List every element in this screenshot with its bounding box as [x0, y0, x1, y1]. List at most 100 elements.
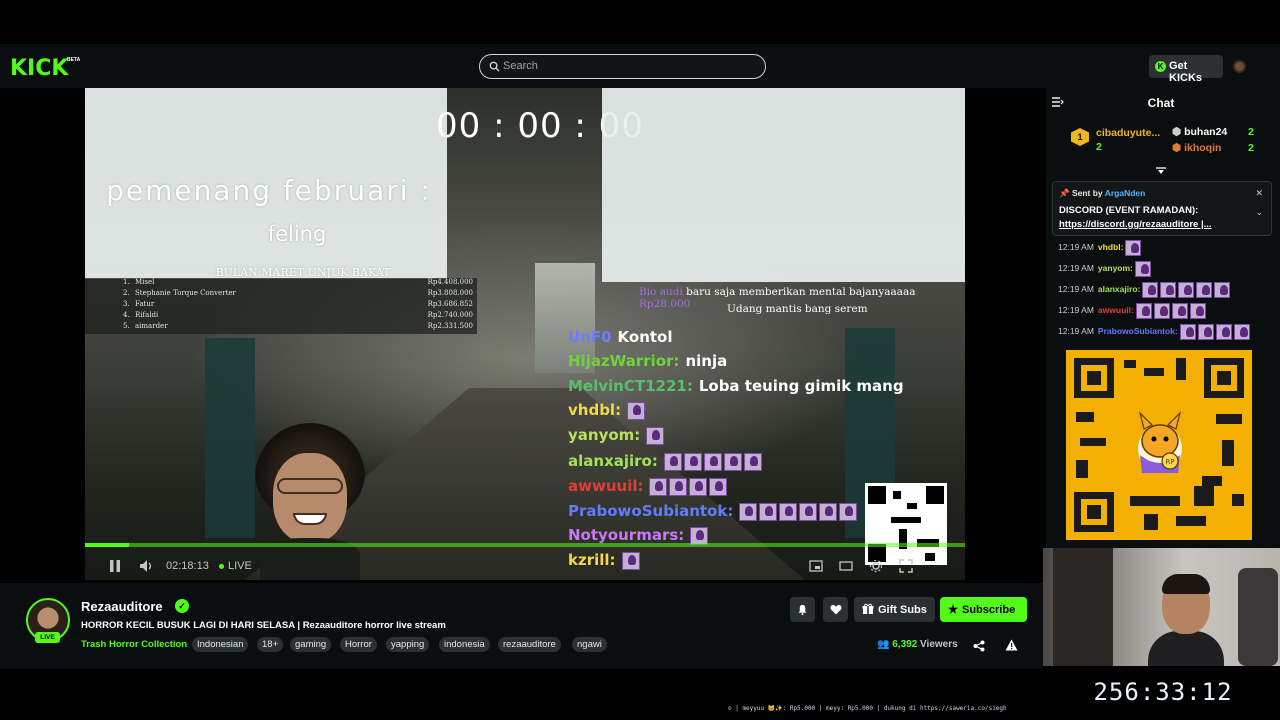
progress-bar[interactable]	[85, 543, 965, 547]
donation-leaderboard: 1. Misel Rp4.408.000 2. Stephanie Torque Co…	[85, 278, 477, 334]
viewers-icon: 👥	[877, 639, 893, 650]
unpin-icon[interactable]: ✕	[1255, 188, 1263, 199]
emote-icon	[1125, 240, 1142, 256]
emote-icon	[739, 502, 758, 521]
emote-icon	[1134, 261, 1151, 277]
emote-icon	[839, 502, 858, 521]
get-kicks-button[interactable]: K Get KICKs	[1149, 55, 1223, 84]
emote-icon	[669, 477, 688, 496]
search-input[interactable]: Search	[479, 54, 766, 79]
notification-bell-button[interactable]	[790, 597, 815, 622]
gift-icon	[862, 603, 874, 614]
follow-button[interactable]	[823, 597, 848, 622]
chat-message: 12:19 AM vhdbl:	[1058, 240, 1143, 256]
leaderboard-entry[interactable]: ⬢ buhan24 2	[1172, 126, 1254, 138]
tag-chip[interactable]: Horror	[340, 637, 377, 652]
leaderboard-row: 4. Rifaldi Rp2.740.000	[123, 311, 473, 319]
search-icon	[489, 61, 500, 72]
overlay-chat-line: MelvinCT1221: Loba teuing gimik mang	[568, 377, 904, 395]
tag-chip[interactable]: ngawi	[572, 637, 607, 652]
star-icon	[948, 604, 958, 614]
emote-icon	[1233, 324, 1250, 340]
pin-icon: 📌	[1059, 188, 1072, 198]
tag-chip[interactable]: gaming	[290, 637, 332, 652]
overlay-chat-line: Notyourmars:	[568, 526, 710, 545]
category-link[interactable]: Trash Horror Collection	[81, 639, 187, 650]
gift-badge-icon: ⬢	[1172, 142, 1185, 154]
stream-title: HORROR KECIL BUSUK LAGI DI HARI SELASA |…	[81, 620, 446, 631]
svg-text:RP: RP	[1165, 458, 1174, 466]
report-warning-icon[interactable]	[1005, 639, 1018, 651]
chevron-down-icon[interactable]: ⌄	[1255, 207, 1263, 218]
video-player[interactable]: pemenang februari : feling BULAN MARET U…	[85, 88, 965, 580]
bell-icon	[798, 604, 807, 615]
gift-subs-button[interactable]: Gift Subs	[854, 597, 935, 622]
emote-icon	[779, 502, 798, 521]
tag-chip[interactable]: rezaauditore	[498, 637, 561, 652]
live-badge: LIVE	[35, 632, 60, 643]
pillar-left	[205, 338, 255, 538]
settings-icon[interactable]	[869, 559, 883, 573]
emote-icon	[1215, 324, 1232, 340]
emote-icon	[723, 452, 742, 471]
volume-icon[interactable]	[139, 559, 153, 573]
mini-player-icon[interactable]	[809, 559, 823, 573]
saweria-mascot-icon: RP	[1138, 411, 1182, 473]
chat-title: Chat	[1147, 96, 1175, 110]
tag-chip[interactable]: indonesia	[439, 637, 490, 652]
channel-name[interactable]: Rezaauditore	[81, 599, 163, 614]
chat-message: 12:19 AM awwuuil:	[1058, 303, 1208, 319]
verified-icon: ✓	[175, 599, 189, 613]
emote-icon	[683, 452, 702, 471]
pinned-sender: 📌 Sent by ArgaNden	[1059, 188, 1146, 198]
pinned-title: DISCORD (EVENT RAMADAN):	[1059, 205, 1199, 216]
donation-message: Udang mantis bang serem	[727, 303, 868, 315]
get-kicks-label: Get KICKs	[1169, 60, 1203, 84]
pause-icon[interactable]	[109, 559, 121, 573]
heart-icon	[830, 605, 841, 615]
share-icon[interactable]	[973, 640, 985, 652]
emote-icon	[1153, 303, 1170, 319]
player-controls: 02:18:13 LIVE	[85, 553, 965, 580]
leaderboard-row: 5. aimarder Rp2.331.500	[123, 322, 473, 330]
emote-icon	[690, 526, 709, 545]
theater-mode-icon[interactable]	[839, 559, 853, 573]
kick-logo[interactable]: KICK	[10, 56, 68, 81]
elapsed-time: 02:18:13	[166, 560, 209, 572]
tag-chip[interactable]: yapping	[386, 637, 430, 652]
winner-title: pemenang februari :	[106, 174, 432, 207]
tag-chip[interactable]: 18+	[257, 637, 284, 652]
subscribe-button[interactable]: Subscribe	[940, 597, 1027, 622]
leaderboard-row: 1. Misel Rp4.408.000	[123, 278, 473, 286]
overlay-chat-line: alanxajiro:	[568, 452, 764, 471]
overlay-chat-line: PrabowoSubiantok:	[568, 502, 859, 521]
pinned-link[interactable]: https://discord.gg/rezaauditore |...	[1059, 219, 1212, 230]
emote-icon	[1196, 282, 1213, 298]
leaderboard-row: 3. Fatur Rp3.686.852	[123, 300, 473, 308]
pinned-message[interactable]: 📌 Sent by ArgaNden DISCORD (EVENT RAMADA…	[1052, 181, 1272, 236]
beta-badge: BETA	[67, 57, 81, 63]
emote-icon	[1197, 324, 1214, 340]
saweria-qr-code: RP	[1066, 350, 1252, 540]
emote-icon	[689, 477, 708, 496]
overlay-chat-line: vhdbl:	[568, 401, 647, 420]
emote-icon	[1171, 303, 1188, 319]
emote-icon	[759, 502, 778, 521]
emote-icon	[1178, 282, 1195, 298]
emote-icon	[627, 401, 646, 420]
fullscreen-icon[interactable]	[899, 559, 913, 573]
emote-icon	[819, 502, 838, 521]
progress-fill	[85, 543, 129, 547]
emote-icon	[1135, 303, 1152, 319]
facecam	[1043, 548, 1280, 666]
tag-chip[interactable]: Indonesian	[192, 637, 249, 652]
top-navbar: KICK BETA Search K Get KICKs	[0, 44, 1280, 88]
emote-icon	[1189, 303, 1206, 319]
emote-icon	[1179, 324, 1196, 340]
viewer-count: 👥 6,392 Viewers	[877, 639, 958, 650]
expand-leaderboard-icon[interactable]	[1156, 162, 1166, 174]
user-avatar[interactable]	[1233, 60, 1246, 73]
leaderboard-entry[interactable]: ⬢ ikhoqin 2	[1172, 142, 1254, 154]
search-placeholder: Search	[503, 60, 538, 72]
emote-icon	[799, 502, 818, 521]
